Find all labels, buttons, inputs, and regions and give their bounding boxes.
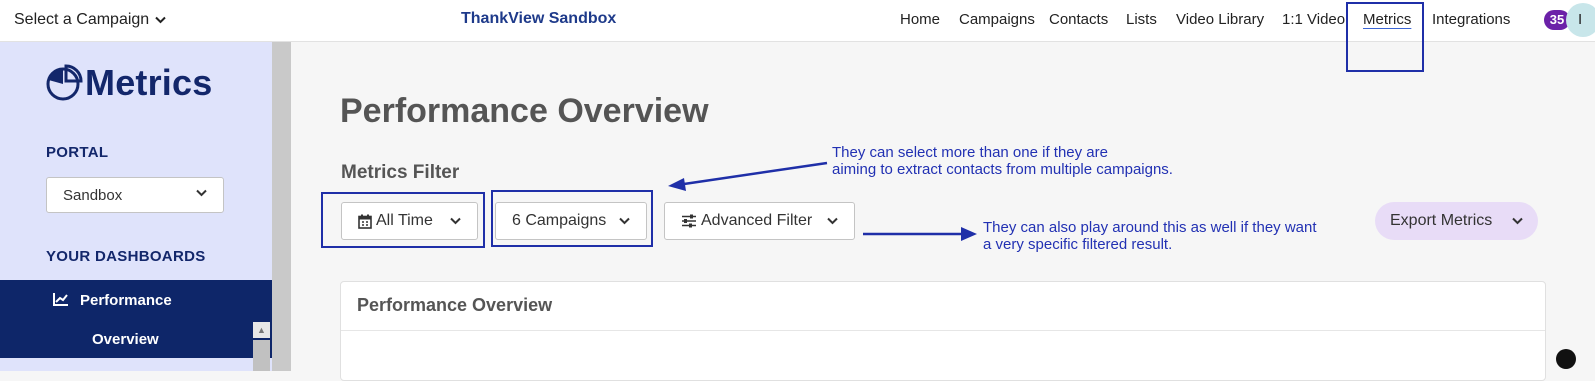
arrow-to-campaigns-line (683, 161, 828, 186)
performance-overview-card: Performance Overview (340, 281, 1546, 381)
card-divider (341, 330, 1545, 331)
card-title: Performance Overview (357, 295, 553, 315)
arrow-to-note-head (961, 227, 977, 241)
corner-widget[interactable] (1556, 349, 1576, 369)
arrow-to-campaigns-head (668, 178, 686, 191)
